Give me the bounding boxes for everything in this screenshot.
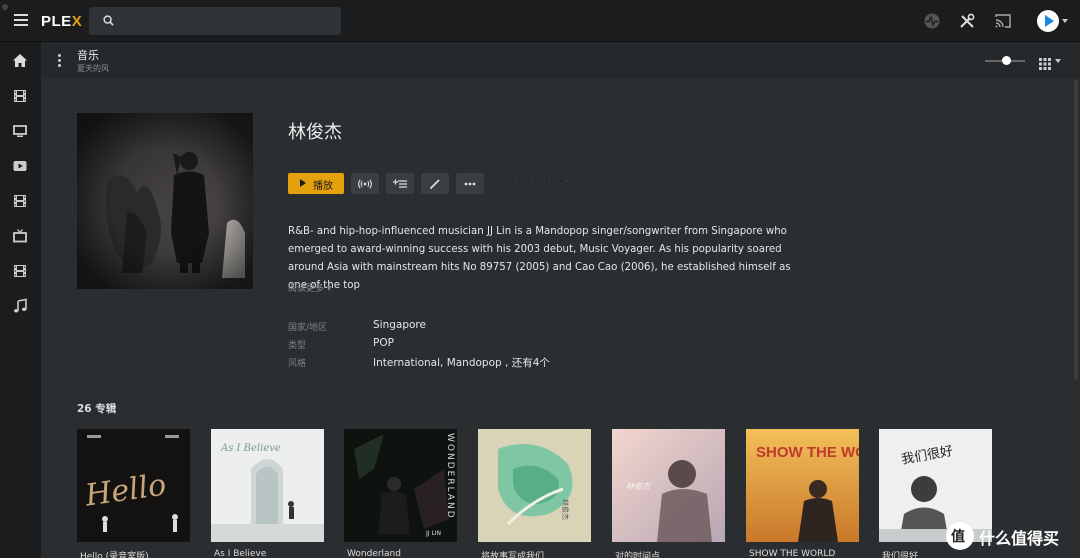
- search-input[interactable]: [89, 7, 341, 35]
- more-horizontal-icon: [464, 182, 476, 185]
- scrollbar[interactable]: [1072, 78, 1080, 558]
- album-title[interactable]: 将故事写成我们: [481, 549, 594, 558]
- cast-icon[interactable]: [994, 12, 1012, 30]
- music-note-icon[interactable]: [12, 298, 28, 314]
- album-cover[interactable]: Hello: [77, 429, 190, 542]
- album-cover[interactable]: 我们很好: [879, 429, 992, 542]
- menu-icon[interactable]: [14, 14, 28, 26]
- artist-photo: [77, 113, 253, 289]
- edit-button[interactable]: [421, 173, 449, 194]
- album-cover[interactable]: As I Believe: [211, 429, 324, 542]
- svg-text:林俊杰: 林俊杰: [561, 499, 570, 520]
- svg-text:WONDERLAND: WONDERLAND: [445, 433, 455, 520]
- slider-handle[interactable]: [1002, 56, 1011, 65]
- chevron-down-icon[interactable]: [1055, 59, 1061, 63]
- meta-style-value[interactable]: International, Mandopop , 还有4个: [373, 355, 550, 370]
- window-dot-icon: [2, 4, 8, 10]
- svg-text:As I Believe: As I Believe: [220, 443, 281, 454]
- pencil-icon: [430, 178, 440, 189]
- plex-logo[interactable]: PLEX: [41, 13, 82, 30]
- svg-text:Hello: Hello: [82, 468, 168, 514]
- library-header: 音乐 夏天的风: [41, 42, 1080, 78]
- svg-text:SHOW THE WORLD: SHOW THE WORLD: [756, 444, 859, 461]
- album-cover[interactable]: 林俊杰: [478, 429, 591, 542]
- add-to-playlist-button[interactable]: [386, 173, 414, 194]
- meta-style-label: 风格: [288, 359, 307, 369]
- svg-text:JJ LIN: JJ LIN: [425, 530, 441, 537]
- breadcrumb[interactable]: 夏天的风: [77, 63, 109, 74]
- album-title[interactable]: 我们很好: [882, 549, 995, 558]
- play-icon: [300, 179, 306, 187]
- chevron-down-icon[interactable]: [1062, 19, 1068, 23]
- activity-icon[interactable]: [923, 12, 941, 30]
- youtube-play-icon[interactable]: [12, 158, 28, 174]
- radio-button[interactable]: [351, 173, 379, 194]
- sidebar: [0, 42, 41, 558]
- avatar-icon[interactable]: [1037, 10, 1059, 32]
- playlist-add-icon: [393, 179, 407, 188]
- album-cover[interactable]: 林俊杰: [612, 429, 725, 542]
- library-title[interactable]: 音乐: [77, 47, 99, 63]
- radio-icon: [358, 178, 372, 189]
- album-title[interactable]: Hello (录音室版): [80, 549, 193, 558]
- svg-text:林俊杰: 林俊杰: [626, 482, 651, 491]
- album-title[interactable]: SHOW THE WORLD: [749, 549, 862, 558]
- more-vertical-icon[interactable]: [58, 54, 61, 69]
- read-more-link[interactable]: 阅读更多 ▾: [288, 281, 331, 294]
- album-title[interactable]: 对的时间点: [615, 549, 728, 558]
- artist-name: 林俊杰: [288, 122, 342, 143]
- meta-genre-value: POP: [373, 337, 394, 349]
- meta-country-value: Singapore: [373, 319, 426, 331]
- home-icon[interactable]: [12, 53, 28, 69]
- search-icon: [103, 15, 114, 26]
- meta-genre-label: 类型: [288, 341, 307, 351]
- album-title[interactable]: As I Believe: [214, 549, 327, 558]
- top-bar: PLEX: [0, 0, 1080, 42]
- grid-view-icon[interactable]: [1039, 55, 1051, 74]
- film-icon[interactable]: [12, 88, 28, 104]
- film-icon[interactable]: [12, 263, 28, 279]
- meta-country-label: 国家/地区: [288, 323, 328, 333]
- star-rating[interactable]: · · · · ·: [497, 177, 574, 186]
- watermark-text: 什么值得买: [979, 529, 1060, 548]
- film-icon[interactable]: [12, 193, 28, 209]
- more-actions-button[interactable]: [456, 173, 484, 194]
- album-title[interactable]: Wonderland: [347, 549, 460, 558]
- tv-icon[interactable]: [12, 228, 28, 244]
- albums-section-header: 26 专辑: [77, 403, 117, 415]
- watermark-logo: 值: [946, 522, 974, 550]
- settings-tools-icon[interactable]: [958, 12, 976, 30]
- play-button[interactable]: 播放: [288, 173, 344, 194]
- album-cover[interactable]: WONDERLAND JJ LIN: [344, 429, 457, 542]
- artist-summary: R&B- and hip-hop-influenced musician JJ …: [288, 226, 791, 291]
- album-cover[interactable]: SHOW THE WORLD: [746, 429, 859, 542]
- monitor-icon[interactable]: [12, 123, 28, 139]
